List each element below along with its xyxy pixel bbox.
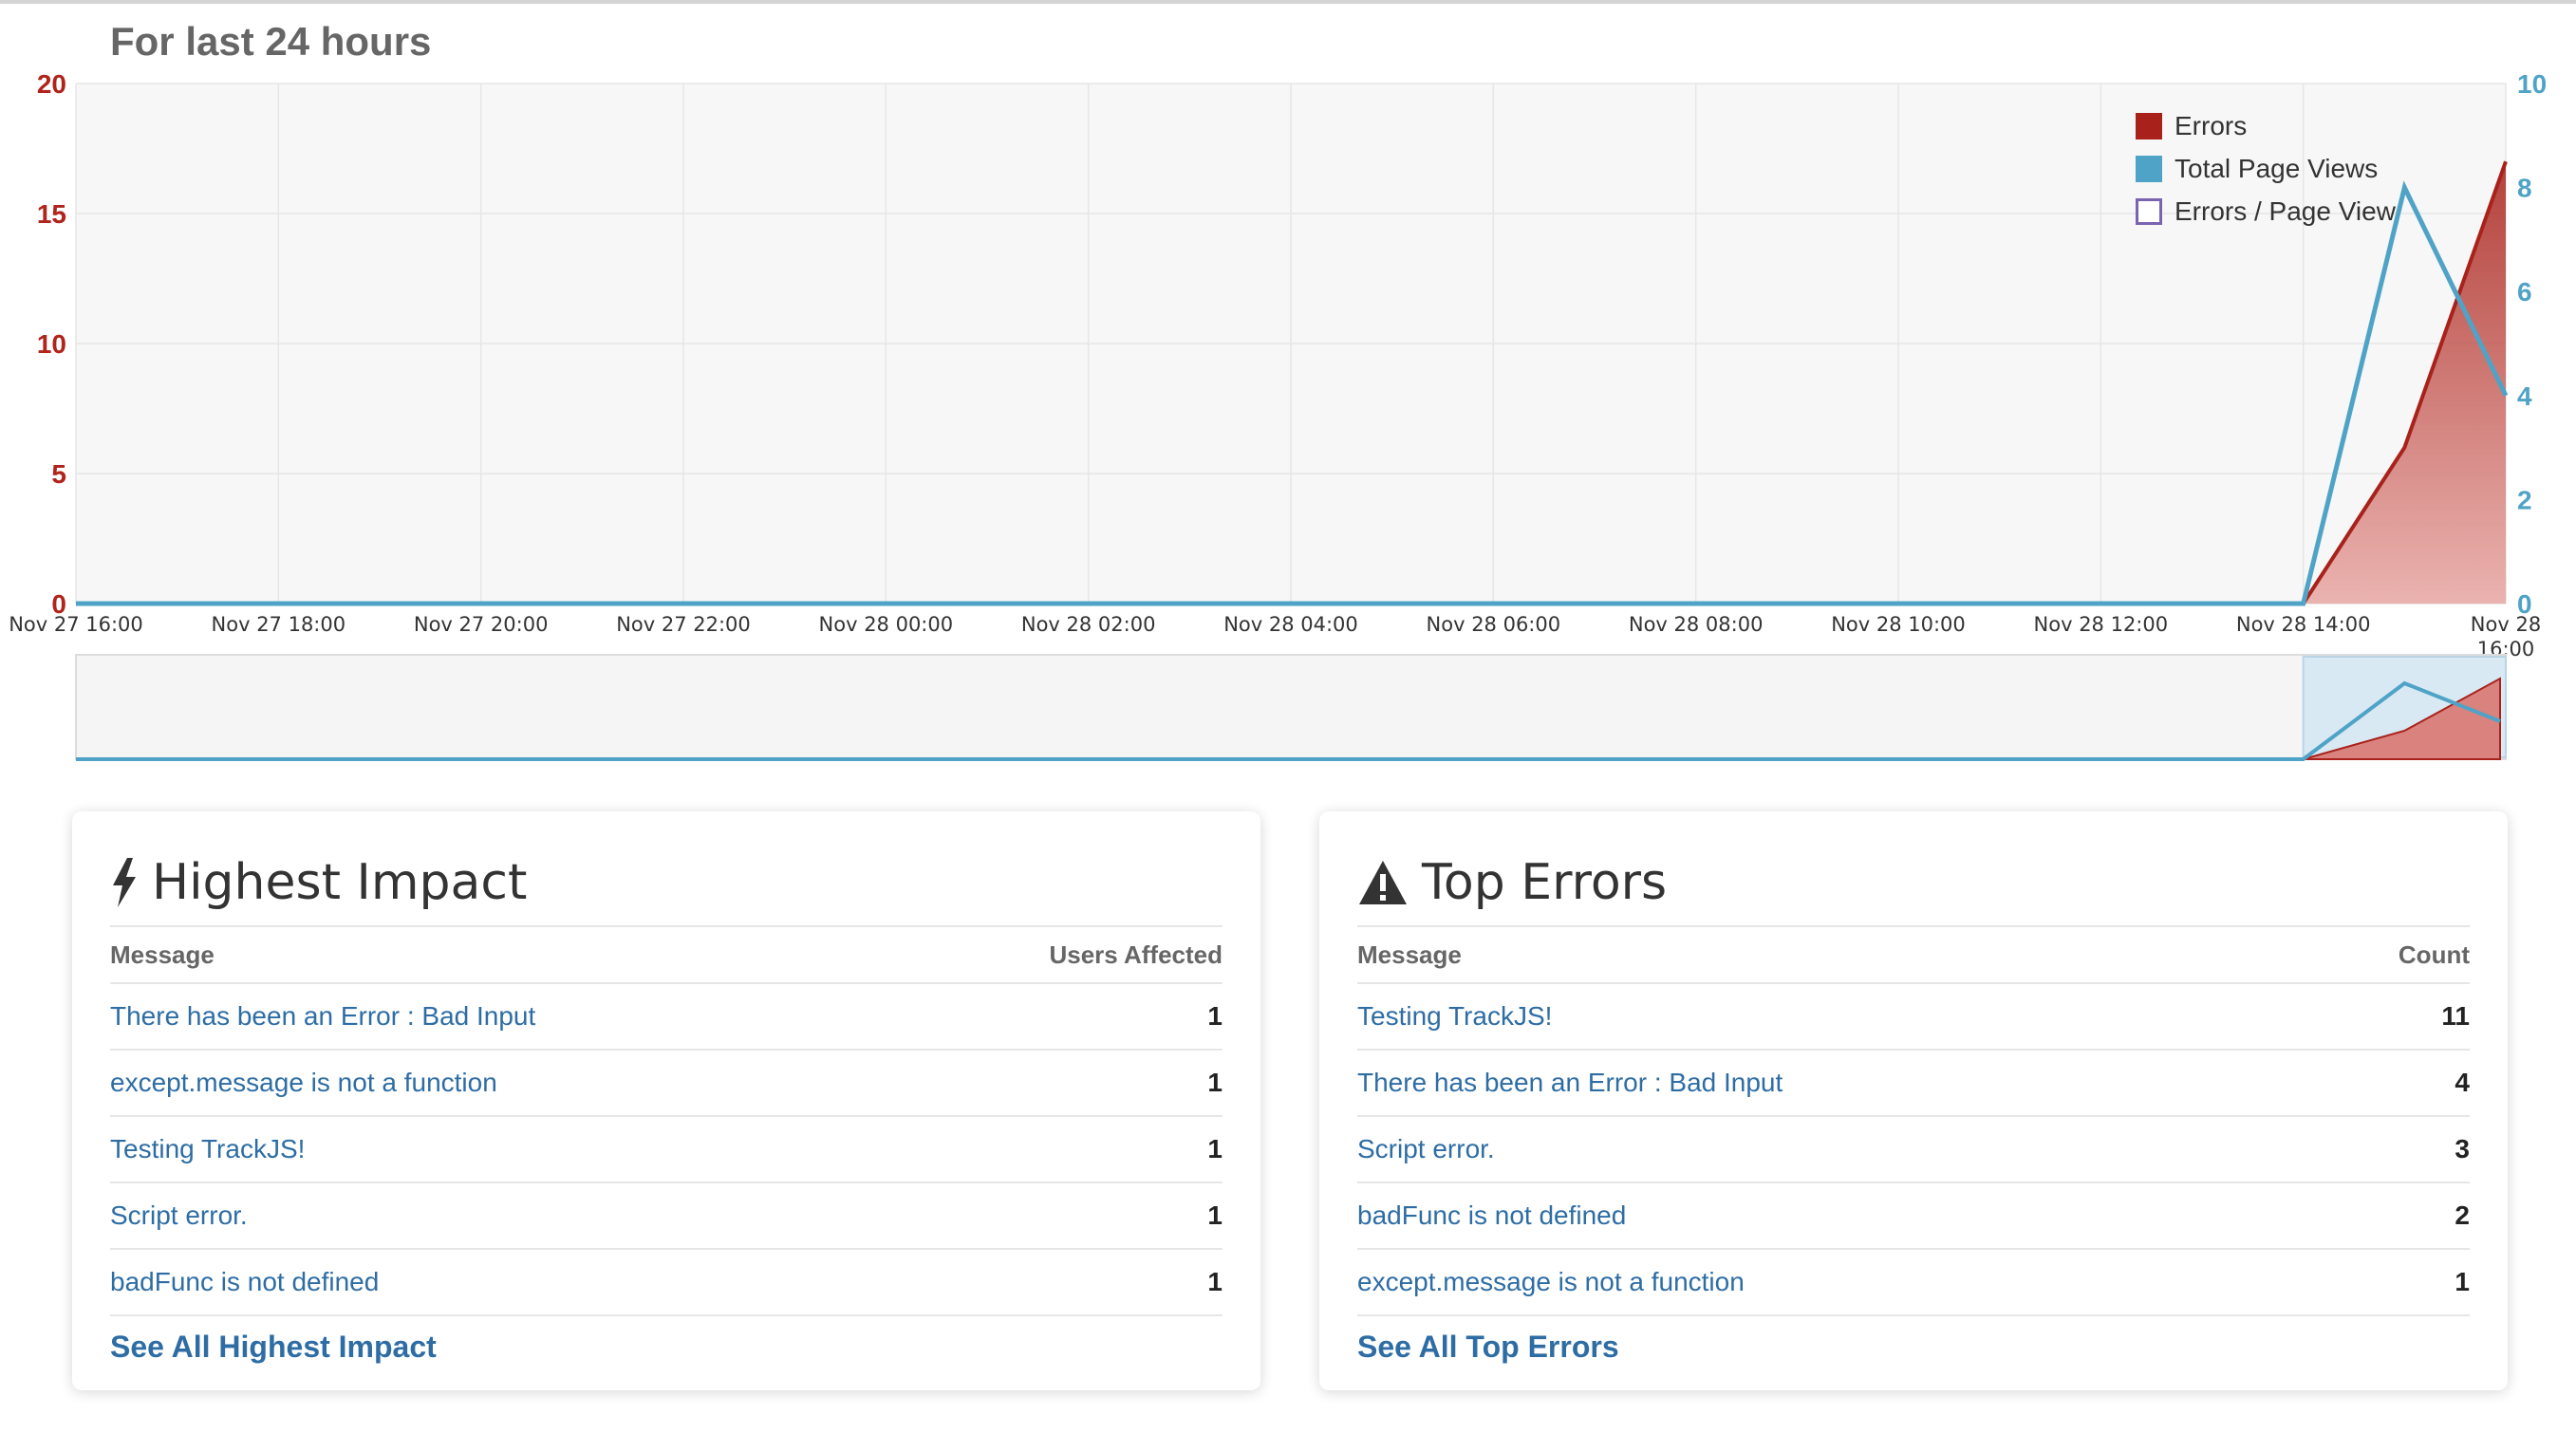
error-message-link[interactable]: badFunc is not defined <box>1357 1200 1626 1231</box>
error-message-link[interactable]: except.message is not a function <box>1357 1267 1745 1297</box>
right-axis-tick-label: 8 <box>2517 174 2532 203</box>
column-header-message: Message <box>110 940 215 969</box>
table-row: There has been an Error : Bad Input 4 <box>1357 1049 2470 1115</box>
see-all-top-errors-link[interactable]: See All Top Errors <box>1357 1330 2470 1365</box>
table-row: Script error. 3 <box>1357 1115 2470 1182</box>
legend-swatch <box>2136 112 2162 140</box>
x-axis-tick-label: Nov 28 08:00 <box>1629 613 1764 636</box>
error-message-link[interactable]: There has been an Error : Bad Input <box>1357 1068 1783 1098</box>
left-axis-tick-label: 20 <box>37 69 66 99</box>
users-affected-value: 1 <box>1207 1134 1223 1163</box>
x-axis-tick-label: Nov 28 06:00 <box>1427 613 1561 636</box>
highest-impact-card: Highest Impact Message Users Affected Th… <box>72 811 1260 1390</box>
users-affected-value: 1 <box>1207 1267 1223 1296</box>
x-axis-tick-label: Nov 28 10:00 <box>1831 613 1966 636</box>
x-axis-tick-label: Nov 27 20:00 <box>414 613 549 636</box>
legend-label: Errors / Page View <box>2175 195 2396 226</box>
chart-legend: Errors Total Page Views Errors / Page Vi… <box>2136 104 2396 233</box>
error-message-link[interactable]: Script error. <box>110 1200 248 1231</box>
table-row: except.message is not a function 1 <box>1357 1248 2470 1316</box>
error-count-value: 11 <box>2441 1001 2470 1031</box>
card-title-text: Highest Impact <box>152 854 528 911</box>
error-message-link[interactable]: There has been an Error : Bad Input <box>110 1001 535 1032</box>
x-axis-tick-label: Nov 28 12:00 <box>2034 613 2169 636</box>
error-message-link[interactable]: Script error. <box>1357 1134 1495 1164</box>
error-message-link[interactable]: badFunc is not defined <box>110 1267 379 1297</box>
error-message-link[interactable]: Testing TrackJS! <box>1357 1001 1552 1032</box>
card-title: Highest Impact <box>110 840 1223 925</box>
table-row: Testing TrackJS! 1 <box>110 1115 1223 1182</box>
navigator-track <box>75 654 2507 760</box>
right-axis-tick-label: 10 <box>2517 69 2547 99</box>
table-row: badFunc is not defined 2 <box>1357 1182 2470 1248</box>
right-axis-tick-label: 4 <box>2517 382 2532 411</box>
error-count-value: 2 <box>2455 1200 2470 1230</box>
error-message-link[interactable]: Testing TrackJS! <box>110 1134 305 1164</box>
users-affected-value: 1 <box>1207 1001 1223 1031</box>
table-row: badFunc is not defined 1 <box>110 1248 1223 1316</box>
table-row: There has been an Error : Bad Input 1 <box>110 982 1223 1049</box>
lightning-bolt-icon <box>110 858 139 907</box>
right-axis-tick-label: 6 <box>2517 277 2532 307</box>
top-errors-card: Top Errors Message Count Testing TrackJS… <box>1319 811 2508 1390</box>
warning-triangle-icon <box>1357 859 1409 906</box>
table-row: Testing TrackJS! 11 <box>1357 982 2470 1049</box>
x-axis-tick-label: Nov 27 22:00 <box>616 613 751 636</box>
error-count-value: 3 <box>2455 1134 2470 1163</box>
x-axis-tick-label: Nov 28 00:00 <box>819 613 954 636</box>
legend-swatch <box>2136 197 2162 225</box>
column-header-count: Count <box>2398 940 2470 969</box>
right-axis-tick-label: 2 <box>2517 485 2532 514</box>
column-header-message: Message <box>1357 940 1462 969</box>
legend-swatch <box>2136 155 2162 182</box>
users-affected-value: 1 <box>1207 1068 1223 1097</box>
legend-item-errors-per-page-view[interactable]: Errors / Page View <box>2136 190 2396 233</box>
table-header: Message Users Affected <box>110 925 1223 982</box>
left-axis-tick-label: 15 <box>37 199 66 229</box>
x-axis-tick-label: Nov 28 02:00 <box>1021 613 1156 636</box>
table-row: Script error. 1 <box>110 1182 1223 1248</box>
table-header: Message Count <box>1357 925 2470 982</box>
x-axis-tick-label: Nov 28 14:00 <box>2236 613 2371 636</box>
see-all-highest-impact-link[interactable]: See All Highest Impact <box>110 1330 1223 1365</box>
users-affected-value: 1 <box>1207 1200 1223 1230</box>
error-count-value: 1 <box>2455 1267 2470 1296</box>
error-count-value: 4 <box>2455 1068 2470 1097</box>
x-axis-tick-label: Nov 28 04:00 <box>1223 613 1358 636</box>
card-title: Top Errors <box>1357 840 2470 925</box>
error-message-link[interactable]: except.message is not a function <box>110 1068 497 1098</box>
legend-item-errors[interactable]: Errors <box>2136 104 2396 147</box>
x-axis-tick-label: Nov 27 18:00 <box>212 613 346 636</box>
table-row: except.message is not a function 1 <box>110 1049 1223 1115</box>
legend-label: Errors <box>2175 110 2248 140</box>
x-axis-tick-label: Nov 28 16:00 <box>2471 613 2541 661</box>
left-axis-tick-label: 5 <box>51 459 66 489</box>
left-axis-tick-label: 10 <box>37 329 66 359</box>
legend-item-page-views[interactable]: Total Page Views <box>2136 147 2396 190</box>
card-title-text: Top Errors <box>1422 854 1668 911</box>
legend-label: Total Page Views <box>2175 153 2379 183</box>
x-axis-tick-label: Nov 27 16:00 <box>9 613 143 636</box>
navigator[interactable] <box>75 654 2508 761</box>
column-header-users-affected: Users Affected <box>1049 940 1223 969</box>
